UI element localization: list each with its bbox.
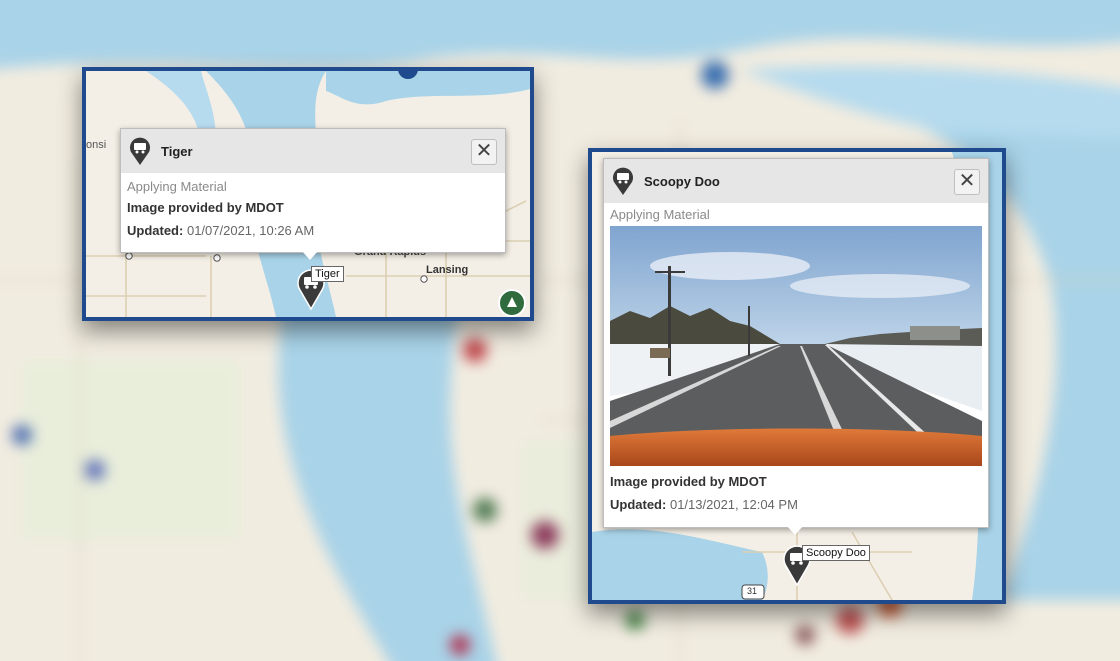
inset-map-scoopy-doo: 31 Scoopy Doo ✕ Applying Material Image … bbox=[588, 148, 1006, 604]
updated-label: Updated: bbox=[610, 497, 667, 512]
popup-provider: Image provided by MDOT bbox=[610, 474, 767, 489]
popup-tiger: Tiger ✕ Applying Material Image provided… bbox=[120, 128, 506, 260]
inset-map-tiger: onsi Grand Rapids Lansing Tiger Tiger ✕ … bbox=[82, 67, 534, 321]
popup-tail bbox=[787, 526, 803, 535]
popup-header: Scoopy Doo ✕ bbox=[604, 159, 988, 203]
updated-label: Updated: bbox=[127, 223, 184, 238]
pin-label-tiger: Tiger bbox=[311, 266, 344, 282]
truck-marker-icon bbox=[130, 137, 150, 165]
popup-tail bbox=[302, 251, 318, 260]
popup-activity: Applying Material bbox=[127, 179, 227, 194]
close-button[interactable]: ✕ bbox=[954, 169, 980, 195]
updated-value: 01/13/2021, 12:04 PM bbox=[669, 497, 798, 512]
map-label-fragment: onsi bbox=[86, 139, 107, 151]
route-shield-label: 31 bbox=[747, 586, 758, 596]
popup-title: Tiger bbox=[161, 143, 193, 159]
popup-scoopy-doo: Scoopy Doo ✕ Applying Material Image pro… bbox=[603, 158, 989, 535]
updated-value: 01/07/2021, 10:26 AM bbox=[186, 223, 315, 238]
popup-updated: Updated: 01/07/2021, 10:26 AM bbox=[121, 219, 505, 242]
popup-activity: Applying Material bbox=[610, 207, 710, 222]
popup-header: Tiger ✕ bbox=[121, 129, 505, 173]
popup-updated: Updated: 01/13/2021, 12:04 PM bbox=[604, 493, 988, 516]
pin-label-scoopy-doo: Scoopy Doo bbox=[802, 545, 870, 561]
truck-marker-icon bbox=[613, 167, 633, 195]
map-label-lansing: Lansing bbox=[426, 264, 469, 276]
dashcam-road-photo bbox=[610, 226, 982, 466]
popup-title: Scoopy Doo bbox=[644, 173, 720, 189]
popup-provider: Image provided by MDOT bbox=[127, 200, 284, 215]
dashcam-photo[interactable] bbox=[610, 226, 982, 466]
close-button[interactable]: ✕ bbox=[471, 139, 497, 165]
